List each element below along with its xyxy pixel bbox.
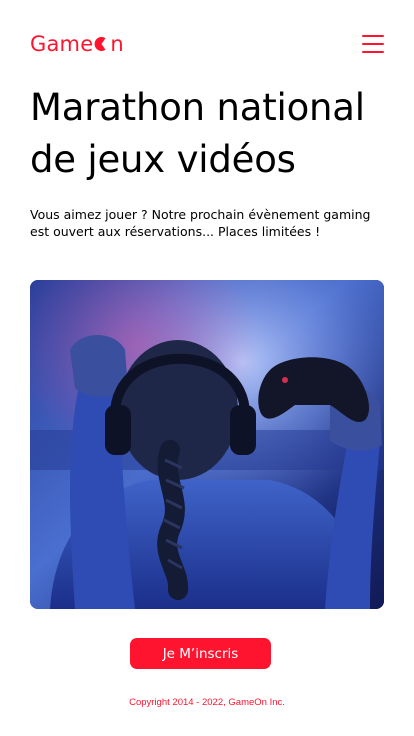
logo-text-n: n (110, 31, 124, 56)
logo-text-game: Game (30, 31, 94, 56)
page-title: Marathon national de jeux vidéos (30, 86, 365, 181)
burger-line (362, 35, 384, 37)
copyright-text: Copyright 2014 - 2022, GameOn Inc. (129, 697, 285, 708)
burger-line (362, 51, 384, 53)
gameon-logo[interactable]: Game n (30, 31, 124, 56)
hero-image (30, 280, 384, 609)
burger-line (362, 43, 384, 45)
page: Game n Marathon national de jeux vidéos … (0, 0, 414, 736)
header: Game n (30, 28, 384, 60)
gamer-illustration (30, 280, 384, 609)
logo-o-glyph-icon (94, 37, 106, 51)
signup-button[interactable]: Je M’inscris (130, 638, 271, 669)
hamburger-menu-icon[interactable] (362, 35, 384, 53)
hero-subtitle: Vous aimez jouer ? Notre prochain évènem… (30, 207, 371, 239)
